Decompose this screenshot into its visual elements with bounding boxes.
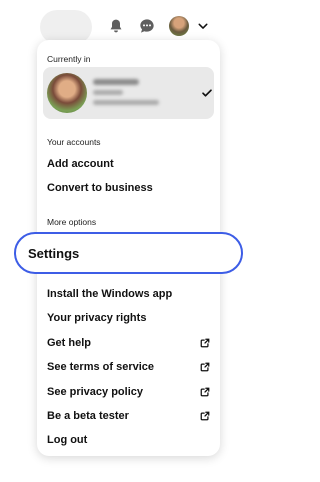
settings-item-highlighted[interactable]: Settings [14, 232, 243, 274]
external-link-icon [200, 338, 210, 348]
add-account-item[interactable]: Add account [47, 158, 114, 170]
chat-icon [140, 19, 154, 33]
beta-tester-item[interactable]: Be a beta tester [47, 410, 129, 422]
privacy-rights-item[interactable]: Your privacy rights [47, 312, 146, 324]
log-out-item[interactable]: Log out [47, 434, 87, 446]
top-bar [0, 0, 259, 44]
notifications-button[interactable] [107, 17, 125, 35]
install-windows-app-item[interactable]: Install the Windows app [47, 288, 172, 300]
chevron-down-icon [198, 23, 208, 29]
account-menu-toggle[interactable] [194, 17, 212, 35]
messages-button[interactable] [138, 17, 156, 35]
your-accounts-label: Your accounts [47, 137, 101, 147]
search-bar[interactable] [40, 10, 92, 44]
account-type-blurred [93, 90, 123, 95]
more-options-label: More options [47, 217, 97, 227]
settings-label: Settings [28, 246, 80, 261]
current-account-card[interactable] [43, 67, 214, 119]
check-icon [202, 89, 212, 97]
convert-to-business-item[interactable]: Convert to business [47, 182, 153, 194]
current-account-avatar [47, 73, 87, 113]
external-link-icon [200, 411, 210, 421]
get-help-item[interactable]: Get help [47, 337, 91, 349]
bell-icon [110, 19, 122, 33]
terms-of-service-item[interactable]: See terms of service [47, 361, 154, 373]
privacy-policy-item[interactable]: See privacy policy [47, 386, 143, 398]
account-name-blurred [93, 79, 139, 85]
currently-in-label: Currently in [47, 54, 91, 64]
account-email-blurred [93, 100, 159, 105]
profile-avatar[interactable] [169, 16, 189, 36]
external-link-icon [200, 387, 210, 397]
external-link-icon [200, 362, 210, 372]
